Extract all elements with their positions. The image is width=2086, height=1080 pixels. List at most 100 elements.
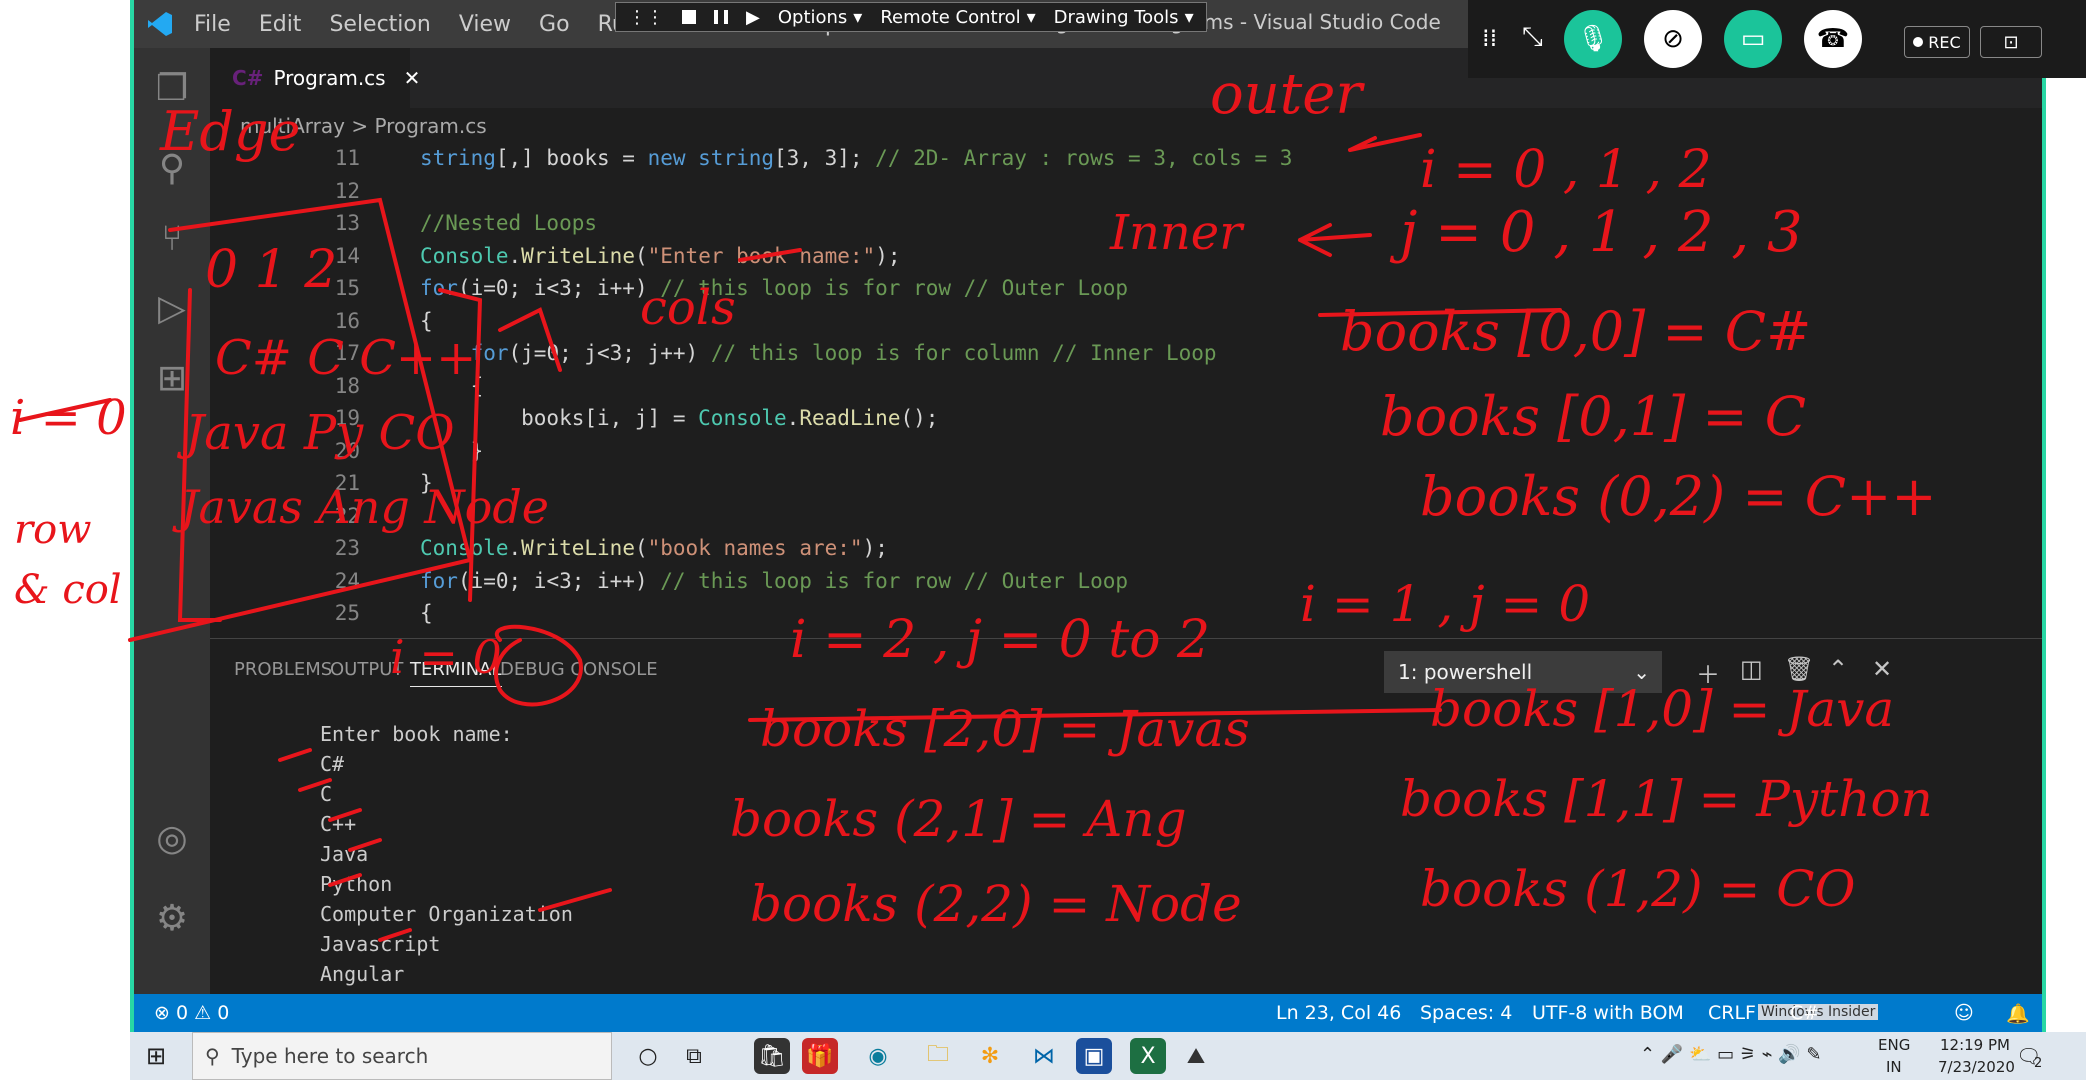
tab-close-icon[interactable]: ✕ [404, 66, 421, 90]
terminal-select[interactable]: 1: powershell ⌄ [1384, 651, 1662, 693]
expand-icon[interactable]: ⤡ [1522, 22, 1543, 53]
bottom-panel: PROBLEMS OUTPUT TERMINAL DEBUG CONSOLE 1… [210, 638, 2042, 995]
code-line[interactable]: 14 Console.WriteLine("Enter book name:"); [210, 240, 1910, 272]
split-terminal-icon[interactable]: ◫ [1740, 655, 1763, 683]
drag-handle-icon[interactable]: ⁞⁞ [1482, 24, 1497, 52]
code-token: string [420, 146, 496, 170]
line-number: 24 [334, 568, 360, 593]
edge-icon[interactable]: ◉ [860, 1038, 896, 1074]
present-icon[interactable]: ▶ [746, 7, 760, 28]
menu-item-edit[interactable]: Edit [245, 12, 316, 37]
breadcrumb-folder[interactable]: multiArray [240, 114, 345, 138]
code-line[interactable]: 12 [210, 175, 1910, 207]
vscode-taskbar-icon[interactable]: ⋈ [1026, 1038, 1062, 1074]
tab-label: Program.cs [273, 66, 386, 90]
menu-item-selection[interactable]: Selection [315, 12, 444, 37]
menu-item-view[interactable]: View [445, 12, 525, 37]
tab-debug-console[interactable]: DEBUG CONSOLE [500, 659, 658, 680]
menu-item-go[interactable]: Go [525, 12, 584, 37]
errors-count[interactable]: ⊗ 0 ⚠ 0 [154, 1002, 229, 1024]
code-line[interactable]: 23 Console.WriteLine("book names are:"); [210, 532, 1910, 564]
bell-icon[interactable]: 🔔 [2006, 1002, 2030, 1025]
line-number: 16 [334, 308, 360, 333]
photos-icon[interactable]: ▣ [1076, 1038, 1112, 1074]
run-debug-icon[interactable]: ▷ [152, 288, 192, 329]
stop-icon[interactable] [682, 10, 696, 24]
code-token: // 2D- Array : rows = 3, cols = 3 [875, 146, 1293, 170]
code-line[interactable]: 21} [210, 467, 1910, 499]
drawing-tools-dropdown[interactable]: Drawing Tools ▾ [1054, 7, 1194, 28]
windows-taskbar: ⊞ ⚲ Type here to search ○ ⧉ 🛍 🎁 ◉ 🗀 ✻ ⋈ … [130, 1032, 2086, 1080]
code-line[interactable]: 11 string[,] books = new string[3, 3]; //… [210, 142, 1910, 174]
tab-problems[interactable]: PROBLEMS [234, 659, 332, 680]
taskbar-search[interactable]: ⚲ Type here to search [192, 1032, 612, 1080]
menu-item-file[interactable]: File [180, 12, 245, 37]
tab-program-cs[interactable]: C# Program.cs ✕ [210, 48, 420, 108]
explorer-icon[interactable]: ❐ [152, 68, 192, 109]
excel-icon[interactable]: X [1130, 1038, 1166, 1074]
close-panel-icon[interactable]: ✕ [1872, 655, 1892, 683]
app-orange-icon[interactable]: ✻ [972, 1038, 1008, 1074]
cortana-icon[interactable]: ○ [630, 1038, 666, 1074]
terminal-line: Computer Organization [320, 902, 573, 926]
pause-icon[interactable] [714, 10, 728, 24]
microphone-icon[interactable]: 🎙 [1564, 10, 1622, 68]
extensions-icon[interactable]: ⊞ [152, 358, 192, 399]
lock-icon[interactable]: ⊡ [1980, 26, 2042, 58]
code-token: [3, 3]; [774, 146, 876, 170]
code-token: ReadLine [799, 406, 901, 430]
code-line[interactable]: 25 { [210, 597, 1910, 629]
code-line[interactable]: 22 [210, 500, 1910, 532]
code-token: "Enter book name:" [647, 243, 876, 268]
eol[interactable]: CRLF [1708, 1002, 1756, 1024]
tab-output[interactable]: OUTPUT [330, 659, 403, 680]
csharp-file-icon: C# [232, 66, 264, 90]
feedback-icon[interactable]: ☺ [1954, 1002, 1974, 1024]
source-control-icon[interactable]: ⑂ [152, 218, 192, 259]
camera-off-icon[interactable]: ⊘ [1644, 10, 1702, 68]
tray-icons[interactable]: ⌃ 🎤 ⛅ ▭ ⚞ ⌁ 🔊 ✎ [1640, 1044, 1821, 1065]
tab-terminal[interactable]: TERMINAL [410, 659, 502, 687]
cursor-position[interactable]: Ln 23, Col 46 [1276, 1002, 1401, 1024]
terminal-line: Java [320, 842, 369, 866]
trash-icon[interactable]: 🗑 [1784, 655, 1814, 683]
paint-icon[interactable]: ⛰ [1178, 1038, 1214, 1074]
terminal-output[interactable]: Enter book name: C# C C++ Java Python Computer… [320, 719, 573, 989]
code-line[interactable]: 15 for(i=0; i<3; i++) // this loop is for… [210, 272, 1910, 304]
code-line[interactable]: 19 books[i, j] = Console.ReadLine(); [210, 402, 1910, 434]
code-token: { [420, 373, 484, 398]
windows-start-icon[interactable]: ⊞ [146, 1042, 166, 1070]
annotation-row-col: row & col [14, 507, 122, 613]
code-line[interactable]: 20 } [210, 435, 1910, 467]
code-line[interactable]: 13 //Nested Loops [210, 207, 1910, 239]
store-icon[interactable]: 🛍 [754, 1038, 790, 1074]
maximize-panel-icon[interactable]: ⌃ [1828, 655, 1848, 683]
options-dropdown[interactable]: Options ▾ [778, 7, 863, 28]
gift-app-icon[interactable]: 🎁 [802, 1038, 838, 1074]
breadcrumb-file[interactable]: Program.cs [374, 114, 486, 138]
search-icon[interactable]: ⚲ [152, 148, 192, 189]
language-indicator[interactable]: ENG [1878, 1036, 1910, 1054]
screen-share-icon[interactable]: ▭ [1724, 10, 1782, 68]
new-terminal-icon[interactable]: ＋ [1696, 655, 1720, 690]
code-token: . [786, 406, 800, 430]
line-number: 11 [334, 146, 360, 170]
code-editor[interactable]: 11 string[,] books = new string[3, 3]; //… [210, 142, 2042, 638]
language-mode[interactable]: C# [1790, 1002, 1819, 1024]
code-line[interactable]: 16 { [210, 305, 1910, 337]
code-token: WriteLine [521, 536, 635, 560]
encoding[interactable]: UTF-8 with BOM [1532, 1002, 1684, 1024]
code-token: books[i, j] = [420, 406, 699, 430]
code-line[interactable]: 18 { [210, 370, 1910, 402]
code-line[interactable]: 24 for(i=0; i<3; i++) // this loop is for… [210, 565, 1910, 597]
remote-control-dropdown[interactable]: Remote Control ▾ [880, 7, 1035, 28]
account-icon[interactable]: ◎ [152, 818, 192, 859]
indentation[interactable]: Spaces: 4 [1420, 1002, 1512, 1024]
code-line[interactable]: 17 for(j=0; j<3; j++) // this loop is fo… [210, 337, 1910, 369]
task-view-icon[interactable]: ⧉ [676, 1038, 712, 1074]
record-button[interactable]: REC [1904, 26, 1970, 58]
hang-up-icon[interactable]: ☎ [1804, 10, 1862, 68]
clock-time[interactable]: 12:19 PM [1940, 1036, 2010, 1054]
settings-gear-icon[interactable]: ⚙ [152, 898, 192, 939]
file-explorer-icon[interactable]: 🗀 [920, 1038, 956, 1074]
